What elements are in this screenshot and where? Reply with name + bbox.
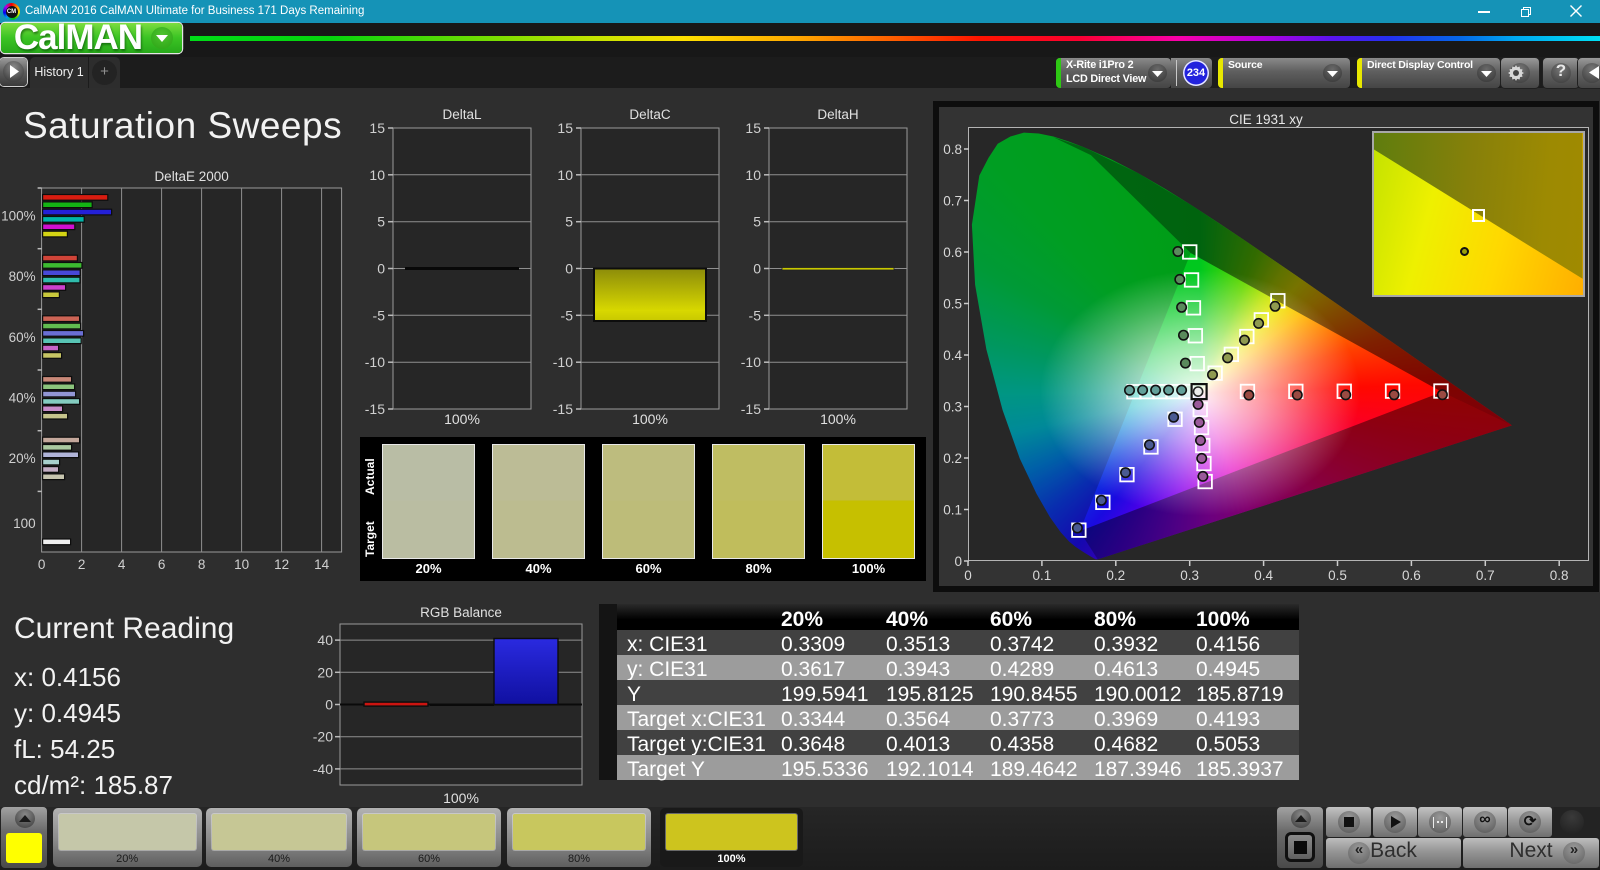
svg-text:0.2: 0.2 (943, 451, 962, 466)
svg-text:0: 0 (377, 261, 385, 277)
svg-text:-15: -15 (553, 401, 573, 417)
svg-text:15: 15 (745, 120, 761, 136)
svg-text:5: 5 (565, 214, 573, 230)
svg-text:0.7: 0.7 (1476, 568, 1495, 583)
svg-text:-40: -40 (313, 761, 333, 777)
svg-text:100%: 100% (632, 411, 668, 427)
svg-text:0: 0 (964, 568, 972, 583)
svg-text:0: 0 (38, 557, 46, 572)
svg-text:DeltaL: DeltaL (442, 107, 482, 122)
svg-text:DeltaC: DeltaC (629, 107, 671, 122)
svg-text:0.4: 0.4 (943, 348, 962, 363)
svg-text:0: 0 (565, 261, 573, 277)
svg-text:0.5: 0.5 (943, 297, 962, 312)
svg-text:0.5: 0.5 (1328, 568, 1347, 583)
svg-text:15: 15 (369, 120, 385, 136)
svg-text:10: 10 (369, 167, 385, 183)
svg-text:0.3: 0.3 (1180, 568, 1199, 583)
svg-text:DeltaE 2000: DeltaE 2000 (154, 169, 228, 184)
svg-text:0.6: 0.6 (1402, 568, 1421, 583)
svg-text:0.2: 0.2 (1106, 568, 1125, 583)
svg-text:100%: 100% (444, 411, 480, 427)
svg-text:0: 0 (753, 261, 761, 277)
svg-text:100%: 100% (1, 209, 36, 224)
svg-text:20: 20 (317, 664, 333, 680)
svg-text:4: 4 (118, 557, 126, 572)
svg-text:0.4: 0.4 (1254, 568, 1273, 583)
svg-text:0.1: 0.1 (943, 503, 962, 518)
svg-text:0.6: 0.6 (943, 245, 962, 260)
svg-text:100%: 100% (820, 411, 856, 427)
svg-text:15: 15 (557, 120, 573, 136)
svg-text:-10: -10 (553, 354, 573, 370)
svg-text:5: 5 (753, 214, 761, 230)
svg-text:12: 12 (274, 557, 289, 572)
svg-text:100%: 100% (443, 790, 479, 805)
svg-text:-10: -10 (741, 354, 761, 370)
svg-text:-15: -15 (365, 401, 385, 417)
svg-text:80%: 80% (9, 269, 36, 284)
svg-text:10: 10 (557, 167, 573, 183)
svg-text:8: 8 (198, 557, 206, 572)
svg-text:0: 0 (325, 697, 333, 713)
svg-text:0.1: 0.1 (1033, 568, 1052, 583)
svg-text:DeltaH: DeltaH (817, 107, 858, 122)
svg-text:14: 14 (314, 557, 330, 572)
svg-text:-20: -20 (313, 729, 333, 745)
svg-text:0.7: 0.7 (943, 194, 962, 209)
svg-text:10: 10 (745, 167, 761, 183)
svg-text:0.8: 0.8 (1550, 568, 1569, 583)
svg-text:2: 2 (78, 557, 86, 572)
svg-text:60%: 60% (9, 330, 36, 345)
svg-text:0.3: 0.3 (943, 400, 962, 415)
svg-text:6: 6 (158, 557, 166, 572)
svg-text:40%: 40% (9, 391, 36, 406)
svg-text:-5: -5 (749, 307, 762, 323)
svg-text:40: 40 (317, 632, 333, 648)
svg-text:0: 0 (954, 554, 962, 569)
svg-text:-5: -5 (373, 307, 386, 323)
svg-text:RGB Balance: RGB Balance (420, 605, 502, 620)
svg-text:0.8: 0.8 (943, 142, 962, 157)
svg-text:5: 5 (377, 214, 385, 230)
svg-text:-10: -10 (365, 354, 385, 370)
svg-text:-15: -15 (741, 401, 761, 417)
svg-text:100: 100 (13, 516, 36, 531)
svg-text:10: 10 (234, 557, 249, 572)
svg-text:-5: -5 (561, 307, 574, 323)
svg-text:20%: 20% (9, 451, 36, 466)
